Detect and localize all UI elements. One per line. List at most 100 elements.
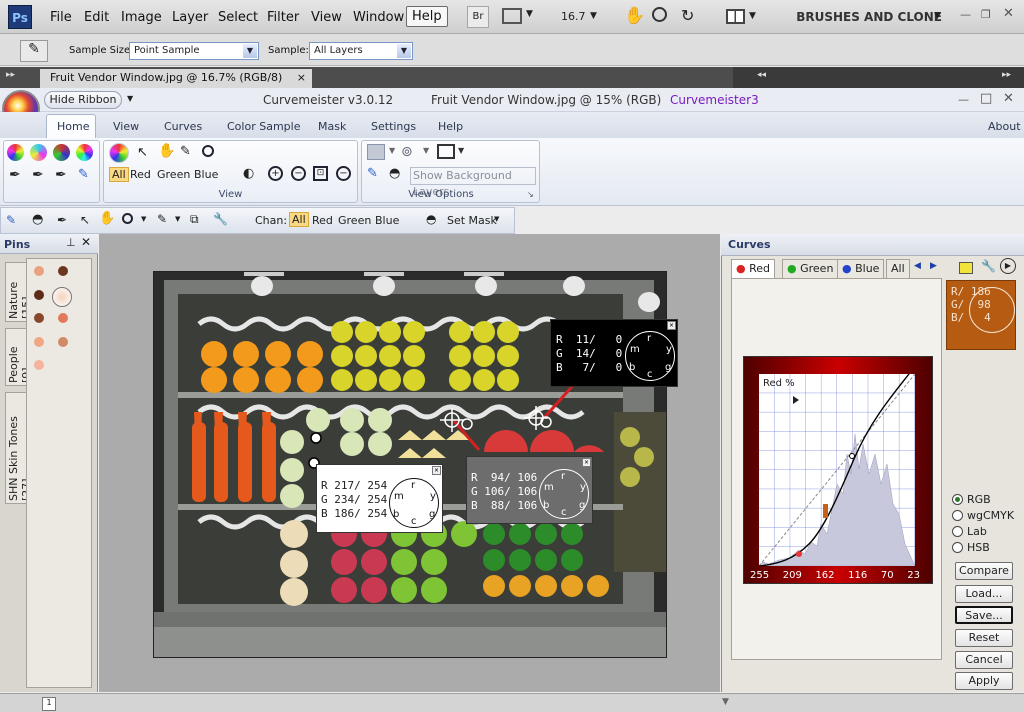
zoom-tool-icon[interactable]: [652, 7, 667, 22]
reset-button[interactable]: Reset: [955, 629, 1013, 647]
copy-icon[interactable]: ⧉: [190, 212, 199, 227]
mask-icon[interactable]: ◐: [243, 166, 254, 181]
chevron-down-icon[interactable]: ▼: [389, 146, 395, 155]
mask-tool-icon[interactable]: ◓: [32, 212, 43, 227]
pin-swatch[interactable]: [34, 337, 44, 347]
maximize-icon[interactable]: □: [980, 91, 992, 106]
pin-toggle-icon[interactable]: ✎: [367, 166, 378, 181]
chevron-down-icon[interactable]: ▼: [141, 215, 146, 223]
pin-swatch[interactable]: [34, 290, 44, 300]
close-icon[interactable]: ✕: [667, 321, 676, 330]
pen-white-icon[interactable]: ✒: [55, 167, 67, 183]
close-icon[interactable]: ✕: [1003, 6, 1014, 21]
close-icon[interactable]: ✕: [432, 466, 441, 475]
eyedropper-icon[interactable]: ✎: [157, 212, 167, 226]
color-space-lab-icon[interactable]: [53, 144, 70, 161]
menu-edit[interactable]: Edit: [84, 10, 109, 25]
radio-hsb[interactable]: HSB: [952, 541, 990, 554]
tab-color-sample[interactable]: Color Sample: [227, 120, 300, 133]
wrench-icon[interactable]: 🔧: [213, 212, 228, 226]
sample-size-select[interactable]: Point Sample ▼: [129, 42, 259, 60]
eyedropper-icon[interactable]: ✎: [180, 144, 191, 159]
tab-settings[interactable]: Settings: [371, 120, 416, 133]
zoom-level[interactable]: 16.7: [561, 10, 586, 23]
menu-file[interactable]: File: [50, 10, 72, 25]
bridge-button[interactable]: Br: [467, 6, 489, 28]
expand-panels-icon[interactable]: ▸▸: [6, 70, 15, 80]
color-sampler-2[interactable]: ✕ R 217/ 254 G 234/ 254 B 186/ 254 rygcb…: [316, 464, 443, 533]
pin-panel-icon[interactable]: ⊥: [66, 236, 76, 249]
tab-help[interactable]: Help: [438, 120, 463, 133]
radio-lab[interactable]: Lab: [952, 525, 987, 538]
pin-swatch[interactable]: [58, 313, 68, 323]
tab-home[interactable]: Home: [57, 120, 89, 133]
hand-icon[interactable]: ✋: [158, 143, 175, 159]
play-icon[interactable]: ▶: [1000, 258, 1016, 274]
curves-tab-blue[interactable]: ● Blue: [837, 259, 885, 279]
load-button[interactable]: Load...: [955, 585, 1013, 603]
add-pin-icon[interactable]: ✎: [78, 167, 89, 182]
menu-select[interactable]: Select: [218, 10, 258, 25]
chevron-down-icon[interactable]: ▼: [590, 11, 597, 21]
chevron-down-icon[interactable]: ▼: [749, 11, 756, 21]
chevron-down-icon[interactable]: ▼: [458, 146, 464, 155]
view-mode-icon[interactable]: [367, 144, 385, 160]
pin-swatch[interactable]: [34, 360, 44, 370]
curve-graph[interactable]: Red %: [759, 374, 915, 566]
curves-tab-green[interactable]: ● Green: [782, 259, 839, 279]
color-space-hsb-icon[interactable]: [76, 144, 93, 161]
curves-tab-all[interactable]: All: [886, 259, 910, 279]
channel-all-button[interactable]: All: [109, 167, 129, 182]
mask-view-icon[interactable]: ◓: [389, 166, 400, 181]
chevron-down-icon[interactable]: ▼: [127, 94, 133, 103]
pointer-icon[interactable]: ↖: [80, 213, 90, 227]
channel-red-button[interactable]: Red: [130, 168, 151, 181]
chevron-down-icon[interactable]: ▼: [175, 215, 180, 223]
chan-blue-button[interactable]: Blue: [375, 214, 399, 227]
eyedropper-tool-icon[interactable]: ✎: [20, 40, 48, 62]
page-indicator[interactable]: 1: [42, 697, 56, 711]
zoom-fit-icon[interactable]: ⊡: [313, 166, 328, 181]
chevron-down-icon[interactable]: ▼: [494, 215, 499, 223]
sample-select[interactable]: All Layers ▼: [309, 42, 413, 60]
menu-view[interactable]: View: [311, 10, 342, 25]
wrench-icon[interactable]: 🔧: [981, 259, 996, 273]
pen-black-icon[interactable]: ✒: [9, 167, 21, 183]
zoom-actual-icon[interactable]: −: [336, 166, 351, 181]
hide-ribbon-button[interactable]: Hide Ribbon: [44, 91, 122, 109]
scroll-down-icon[interactable]: ▼: [722, 697, 729, 707]
close-icon[interactable]: ×: [297, 69, 306, 87]
histogram-view-icon[interactable]: [437, 144, 455, 159]
pen-gray-icon[interactable]: ✒: [32, 167, 44, 183]
collapse-left-icon[interactable]: ◂◂: [757, 70, 766, 80]
pointer-icon[interactable]: ↖: [137, 145, 148, 160]
color-sampler-3[interactable]: ✕ R 94/ 106 G 106/ 106 B 88/ 106 rygcbm: [466, 456, 593, 524]
rotate-view-icon[interactable]: ↻: [681, 6, 694, 25]
tab-mask[interactable]: Mask: [318, 120, 346, 133]
radio-wgcmyk[interactable]: wgCMYK: [952, 509, 1014, 522]
minimize-icon[interactable]: —: [958, 93, 969, 106]
arrange-documents-icon[interactable]: [726, 9, 745, 24]
scroll-right-icon[interactable]: ▶: [930, 261, 937, 271]
pin-swatch[interactable]: [58, 337, 68, 347]
curves-tab-red[interactable]: ● Red: [731, 259, 776, 279]
color-space-cmyk-icon[interactable]: [30, 144, 47, 161]
zoom-out-icon[interactable]: −: [291, 166, 306, 181]
magnifier-icon[interactable]: [122, 213, 133, 224]
folder-icon[interactable]: [959, 262, 973, 274]
tab-curves[interactable]: Curves: [164, 120, 202, 133]
color-space-rgb-icon[interactable]: [7, 144, 24, 161]
apply-button[interactable]: Apply: [955, 672, 1013, 690]
color-sampler-1[interactable]: ✕ R 11/ 0 G 14/ 0 B 7/ 0 rygcbm: [550, 319, 678, 387]
pin-tool-icon[interactable]: ✎: [6, 213, 16, 227]
minimize-icon[interactable]: —: [960, 8, 971, 21]
pin-swatch-selected[interactable]: [52, 287, 72, 307]
show-background-layers-button[interactable]: Show Background Layers: [410, 167, 536, 198]
document-tab[interactable]: Fruit Vendor Window.jpg @ 16.7% (RGB/8) ×: [40, 69, 312, 88]
pin-swatch[interactable]: [58, 266, 68, 276]
close-icon[interactable]: ✕: [582, 458, 591, 467]
hand-icon[interactable]: ✋: [99, 211, 115, 226]
menu-window[interactable]: Window: [353, 10, 404, 25]
radio-rgb[interactable]: RGB: [952, 493, 991, 506]
workspace-switcher[interactable]: BRUSHES AND CLONE: [796, 10, 942, 24]
